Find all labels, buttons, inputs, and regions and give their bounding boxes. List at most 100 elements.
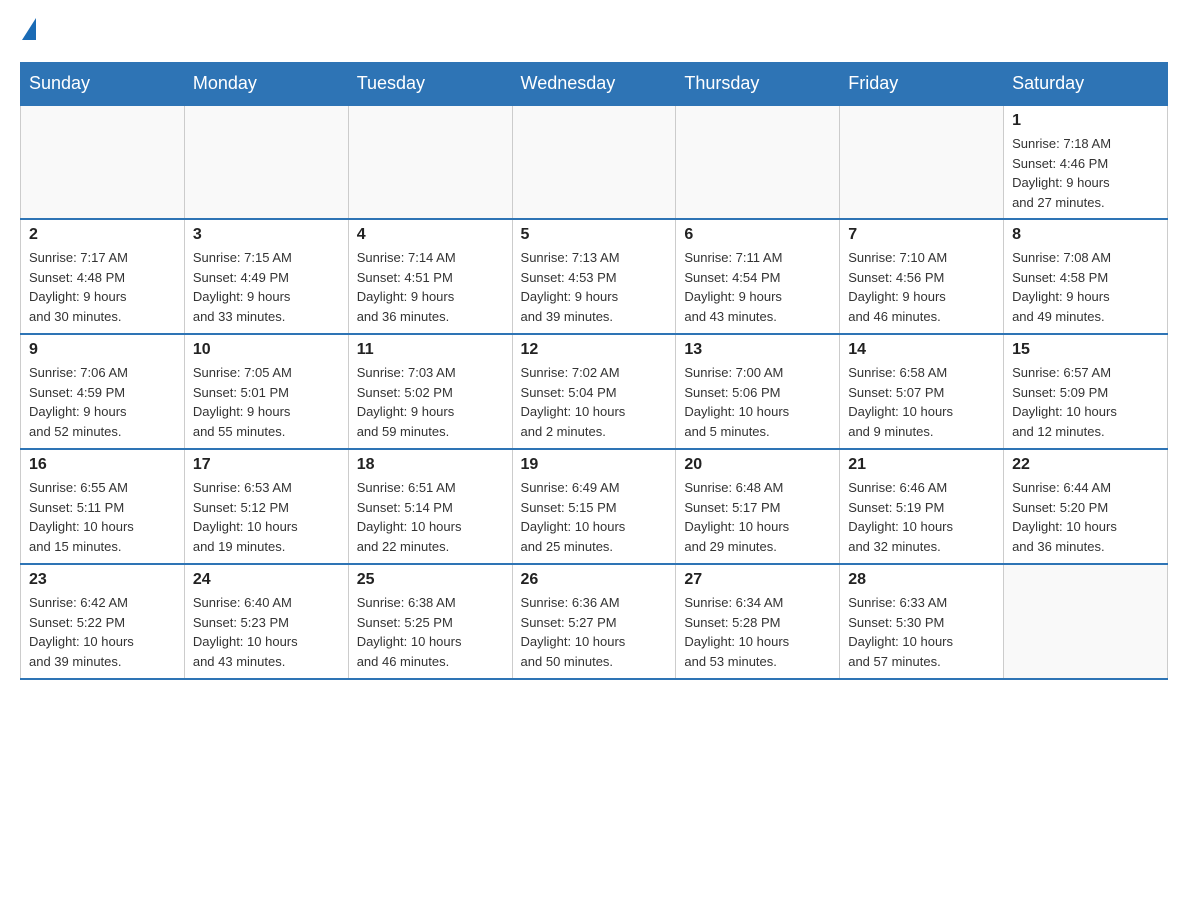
calendar-cell: 18 Sunrise: 6:51 AM Sunset: 5:14 PM Dayli… [348, 449, 512, 564]
day-info: Sunrise: 6:55 AM Sunset: 5:11 PM Dayligh… [29, 478, 176, 556]
calendar-cell: 4Sunrise: 7:14 AM Sunset: 4:51 PM Daylig… [348, 219, 512, 334]
day-number: 8 [1012, 226, 1159, 244]
day-info: Sunrise: 7:10 AM Sunset: 4:56 PM Dayligh… [848, 248, 995, 326]
day-number: 9 [29, 341, 176, 359]
weekday-header-thursday: Thursday [676, 63, 840, 106]
calendar-cell: 12 Sunrise: 7:02 AM Sunset: 5:04 PM Dayli… [512, 334, 676, 449]
calendar-cell: 20 Sunrise: 6:48 AM Sunset: 5:17 PM Dayli… [676, 449, 840, 564]
calendar-cell: 23Sunrise: 6:42 AM Sunset: 5:22 PM Dayli… [21, 564, 185, 679]
calendar-cell: 22Sunrise: 6:44 AM Sunset: 5:20 PM Dayli… [1004, 449, 1168, 564]
calendar-cell: 28 Sunrise: 6:33 AM Sunset: 5:30 PM Dayli… [840, 564, 1004, 679]
calendar-cell: 1 Sunrise: 7:18 AM Sunset: 4:46 PM Daylig… [1004, 105, 1168, 219]
calendar-cell: 8 Sunrise: 7:08 AM Sunset: 4:58 PM Daylig… [1004, 219, 1168, 334]
day-number: 13 [684, 341, 831, 359]
day-number: 22 [1012, 456, 1159, 474]
day-info: Sunrise: 7:11 AM Sunset: 4:54 PM Dayligh… [684, 248, 831, 326]
weekday-header-wednesday: Wednesday [512, 63, 676, 106]
calendar-cell [1004, 564, 1168, 679]
day-info: Sunrise: 7:03 AM Sunset: 5:02 PM Dayligh… [357, 363, 504, 441]
weekday-header-tuesday: Tuesday [348, 63, 512, 106]
day-number: 16 [29, 456, 176, 474]
day-number: 25 [357, 571, 504, 589]
day-info: Sunrise: 6:40 AM Sunset: 5:23 PM Dayligh… [193, 593, 340, 671]
day-number: 28 [848, 571, 995, 589]
day-info: Sunrise: 6:36 AM Sunset: 5:27 PM Dayligh… [521, 593, 668, 671]
week-row-4: 16 Sunrise: 6:55 AM Sunset: 5:11 PM Dayli… [21, 449, 1168, 564]
calendar-cell: 16 Sunrise: 6:55 AM Sunset: 5:11 PM Dayli… [21, 449, 185, 564]
calendar-cell: 19 Sunrise: 6:49 AM Sunset: 5:15 PM Dayli… [512, 449, 676, 564]
calendar-cell [512, 105, 676, 219]
day-info: Sunrise: 7:17 AM Sunset: 4:48 PM Dayligh… [29, 248, 176, 326]
weekday-header-friday: Friday [840, 63, 1004, 106]
calendar-cell [676, 105, 840, 219]
day-number: 21 [848, 456, 995, 474]
week-row-2: 2Sunrise: 7:17 AM Sunset: 4:48 PM Daylig… [21, 219, 1168, 334]
day-info: Sunrise: 6:51 AM Sunset: 5:14 PM Dayligh… [357, 478, 504, 556]
page-header [20, 20, 1168, 42]
calendar-cell: 2Sunrise: 7:17 AM Sunset: 4:48 PM Daylig… [21, 219, 185, 334]
day-number: 10 [193, 341, 340, 359]
weekday-header-monday: Monday [184, 63, 348, 106]
day-info: Sunrise: 6:53 AM Sunset: 5:12 PM Dayligh… [193, 478, 340, 556]
calendar-cell: 15 Sunrise: 6:57 AM Sunset: 5:09 PM Dayli… [1004, 334, 1168, 449]
day-info: Sunrise: 6:58 AM Sunset: 5:07 PM Dayligh… [848, 363, 995, 441]
calendar-cell [840, 105, 1004, 219]
calendar-cell: 27 Sunrise: 6:34 AM Sunset: 5:28 PM Dayli… [676, 564, 840, 679]
calendar-cell: 7Sunrise: 7:10 AM Sunset: 4:56 PM Daylig… [840, 219, 1004, 334]
calendar-cell: 26Sunrise: 6:36 AM Sunset: 5:27 PM Dayli… [512, 564, 676, 679]
calendar-cell: 11 Sunrise: 7:03 AM Sunset: 5:02 PM Dayli… [348, 334, 512, 449]
day-number: 19 [521, 456, 668, 474]
day-info: Sunrise: 7:06 AM Sunset: 4:59 PM Dayligh… [29, 363, 176, 441]
day-info: Sunrise: 7:02 AM Sunset: 5:04 PM Dayligh… [521, 363, 668, 441]
day-number: 3 [193, 226, 340, 244]
calendar-cell [184, 105, 348, 219]
calendar-cell: 21 Sunrise: 6:46 AM Sunset: 5:19 PM Dayli… [840, 449, 1004, 564]
day-info: Sunrise: 7:13 AM Sunset: 4:53 PM Dayligh… [521, 248, 668, 326]
day-info: Sunrise: 7:15 AM Sunset: 4:49 PM Dayligh… [193, 248, 340, 326]
day-info: Sunrise: 6:46 AM Sunset: 5:19 PM Dayligh… [848, 478, 995, 556]
calendar-cell: 17 Sunrise: 6:53 AM Sunset: 5:12 PM Dayli… [184, 449, 348, 564]
day-info: Sunrise: 6:57 AM Sunset: 5:09 PM Dayligh… [1012, 363, 1159, 441]
day-number: 20 [684, 456, 831, 474]
day-number: 6 [684, 226, 831, 244]
day-number: 27 [684, 571, 831, 589]
day-info: Sunrise: 7:00 AM Sunset: 5:06 PM Dayligh… [684, 363, 831, 441]
week-row-5: 23Sunrise: 6:42 AM Sunset: 5:22 PM Dayli… [21, 564, 1168, 679]
day-info: Sunrise: 6:38 AM Sunset: 5:25 PM Dayligh… [357, 593, 504, 671]
logo [20, 20, 36, 42]
day-info: Sunrise: 7:08 AM Sunset: 4:58 PM Dayligh… [1012, 248, 1159, 326]
calendar-cell: 24 Sunrise: 6:40 AM Sunset: 5:23 PM Dayli… [184, 564, 348, 679]
weekday-header-saturday: Saturday [1004, 63, 1168, 106]
calendar-cell: 13 Sunrise: 7:00 AM Sunset: 5:06 PM Dayli… [676, 334, 840, 449]
calendar-cell: 9 Sunrise: 7:06 AM Sunset: 4:59 PM Daylig… [21, 334, 185, 449]
week-row-1: 1 Sunrise: 7:18 AM Sunset: 4:46 PM Daylig… [21, 105, 1168, 219]
day-info: Sunrise: 6:42 AM Sunset: 5:22 PM Dayligh… [29, 593, 176, 671]
weekday-header-row: SundayMondayTuesdayWednesdayThursdayFrid… [21, 63, 1168, 106]
calendar-cell: 14Sunrise: 6:58 AM Sunset: 5:07 PM Dayli… [840, 334, 1004, 449]
calendar-table: SundayMondayTuesdayWednesdayThursdayFrid… [20, 62, 1168, 680]
calendar-cell [348, 105, 512, 219]
day-number: 1 [1012, 112, 1159, 130]
calendar-cell: 10Sunrise: 7:05 AM Sunset: 5:01 PM Dayli… [184, 334, 348, 449]
calendar-cell [21, 105, 185, 219]
calendar-cell: 5 Sunrise: 7:13 AM Sunset: 4:53 PM Daylig… [512, 219, 676, 334]
day-number: 24 [193, 571, 340, 589]
day-number: 11 [357, 341, 504, 359]
day-number: 18 [357, 456, 504, 474]
day-info: Sunrise: 7:18 AM Sunset: 4:46 PM Dayligh… [1012, 134, 1159, 212]
day-number: 12 [521, 341, 668, 359]
week-row-3: 9 Sunrise: 7:06 AM Sunset: 4:59 PM Daylig… [21, 334, 1168, 449]
calendar-cell: 6 Sunrise: 7:11 AM Sunset: 4:54 PM Daylig… [676, 219, 840, 334]
calendar-cell: 3 Sunrise: 7:15 AM Sunset: 4:49 PM Daylig… [184, 219, 348, 334]
logo-triangle-icon [22, 18, 36, 40]
day-number: 15 [1012, 341, 1159, 359]
day-info: Sunrise: 6:48 AM Sunset: 5:17 PM Dayligh… [684, 478, 831, 556]
day-info: Sunrise: 6:34 AM Sunset: 5:28 PM Dayligh… [684, 593, 831, 671]
calendar-cell: 25 Sunrise: 6:38 AM Sunset: 5:25 PM Dayli… [348, 564, 512, 679]
day-number: 17 [193, 456, 340, 474]
day-info: Sunrise: 6:33 AM Sunset: 5:30 PM Dayligh… [848, 593, 995, 671]
day-number: 5 [521, 226, 668, 244]
weekday-header-sunday: Sunday [21, 63, 185, 106]
day-info: Sunrise: 6:49 AM Sunset: 5:15 PM Dayligh… [521, 478, 668, 556]
day-info: Sunrise: 7:14 AM Sunset: 4:51 PM Dayligh… [357, 248, 504, 326]
